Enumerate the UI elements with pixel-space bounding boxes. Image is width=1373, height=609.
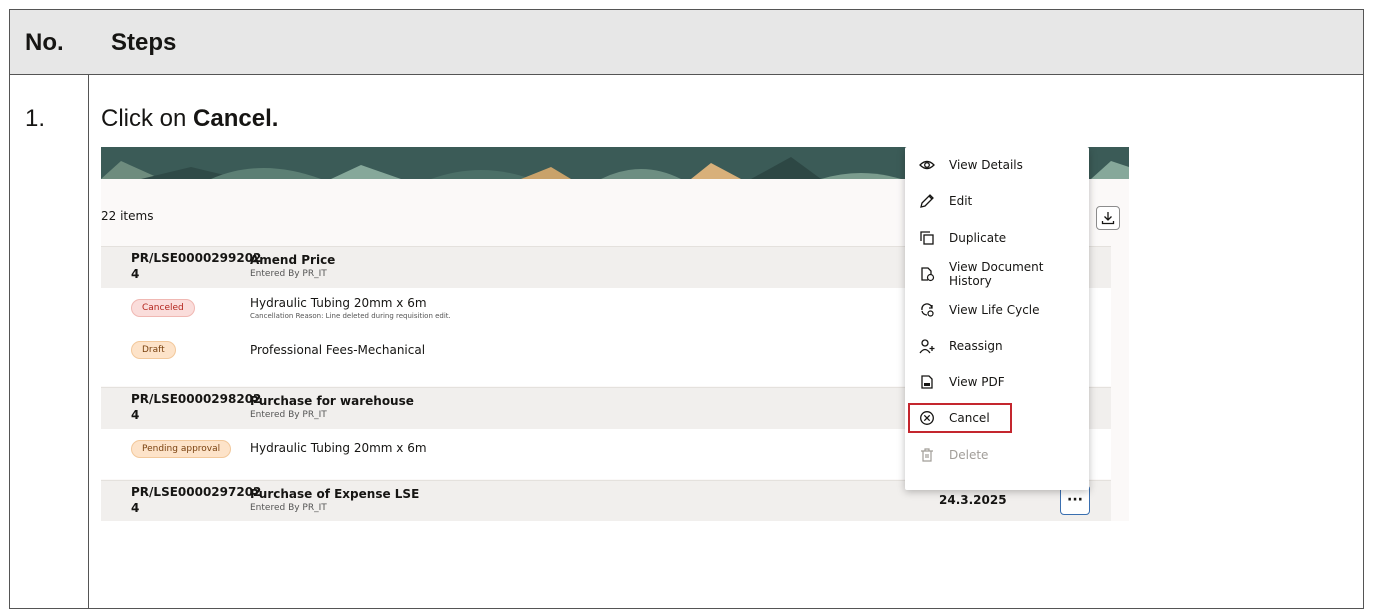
entered-by: Entered By PR_IT bbox=[250, 503, 327, 513]
menu-item-label: Delete bbox=[949, 448, 989, 462]
download-button[interactable] bbox=[1096, 206, 1120, 230]
requisition-title: Purchase for warehouse bbox=[250, 394, 414, 408]
requisition-number[interactable]: PR/LSE0000299202 4 bbox=[131, 250, 261, 282]
items-count: 22 items bbox=[101, 209, 154, 223]
document-history-icon bbox=[918, 265, 936, 283]
cancel-highlight-box bbox=[908, 403, 1012, 433]
menu-item-delete: Delete bbox=[905, 437, 1089, 473]
pdf-icon bbox=[918, 373, 936, 391]
line-description: Hydraulic Tubing 20mm x 6m bbox=[250, 296, 427, 310]
menu-item-label: View Life Cycle bbox=[949, 303, 1040, 317]
requisition-date: 24.3.2025 bbox=[939, 493, 1007, 507]
menu-item-label: Edit bbox=[949, 194, 973, 208]
status-badge: Draft bbox=[131, 341, 176, 359]
pencil-icon bbox=[918, 192, 936, 210]
menu-item-view-life-cycle[interactable]: View Life Cycle bbox=[905, 292, 1089, 328]
embedded-screenshot: 22 items PR/LSE0000299202 4 Amend Price … bbox=[101, 147, 1129, 521]
menu-item-view-pdf[interactable]: View PDF bbox=[905, 364, 1089, 400]
menu-item-label: View PDF bbox=[949, 375, 1005, 389]
step-instruction: Click on Cancel. bbox=[101, 105, 278, 133]
menu-item-view-details[interactable]: View Details bbox=[905, 147, 1089, 183]
column-divider bbox=[88, 10, 89, 608]
requisition-number[interactable]: PR/LSE0000297202 4 bbox=[131, 484, 261, 516]
menu-item-label: View Details bbox=[949, 158, 1023, 172]
entered-by: Entered By PR_IT bbox=[250, 269, 327, 279]
reassign-user-icon bbox=[918, 337, 936, 355]
download-icon bbox=[1101, 212, 1115, 225]
requisition-number[interactable]: PR/LSE0000298202 4 bbox=[131, 391, 261, 423]
entered-by: Entered By PR_IT bbox=[250, 410, 327, 420]
menu-item-label: Duplicate bbox=[949, 231, 1007, 245]
table-header-row: No. Steps bbox=[10, 10, 1363, 75]
line-description: Professional Fees-Mechanical bbox=[250, 343, 426, 357]
menu-item-view-document-history[interactable]: View Document History bbox=[905, 256, 1089, 292]
requisition-title: Amend Price bbox=[250, 253, 336, 267]
header-steps: Steps bbox=[111, 29, 177, 56]
life-cycle-icon bbox=[918, 301, 936, 319]
requisition-title: Purchase of Expense LSE bbox=[250, 487, 420, 501]
instruction-bold-text: Cancel. bbox=[193, 105, 279, 132]
menu-item-reassign[interactable]: Reassign bbox=[905, 328, 1089, 364]
step-number: 1. bbox=[25, 105, 46, 132]
instruction-text: Click on bbox=[101, 105, 194, 132]
cancellation-reason: Cancellation Reason: Line deleted during… bbox=[250, 312, 451, 320]
header-no: No. bbox=[25, 29, 64, 56]
trash-icon bbox=[918, 446, 936, 464]
menu-item-edit[interactable]: Edit bbox=[905, 183, 1089, 219]
menu-item-label: Reassign bbox=[949, 339, 1003, 353]
status-badge: Canceled bbox=[131, 299, 195, 317]
duplicate-icon bbox=[918, 229, 936, 247]
menu-item-duplicate[interactable]: Duplicate bbox=[905, 220, 1089, 256]
actions-menu: View Details Edit Duplicate View Documen… bbox=[905, 147, 1089, 490]
eye-icon bbox=[918, 156, 936, 174]
status-badge: Pending approval bbox=[131, 440, 232, 458]
menu-item-label: View Document History bbox=[949, 260, 1044, 288]
line-description: Hydraulic Tubing 20mm x 6m bbox=[250, 441, 427, 455]
